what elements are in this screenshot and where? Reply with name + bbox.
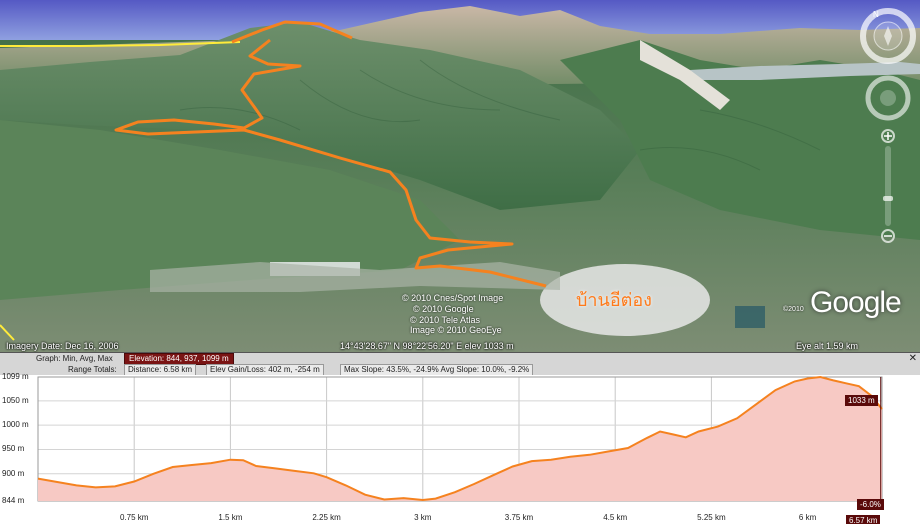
zoom-in-icon[interactable]	[881, 129, 895, 143]
x-tick-label: 3 km	[414, 513, 432, 522]
y-tick-label: 1099 m	[2, 372, 29, 381]
credit-line: © 2010 Tele Atlas	[410, 315, 481, 325]
google-earth-window: © 2010 Cnes/Spot Image © 2010 Google © 2…	[0, 0, 920, 524]
graph-label: Graph: Min, Avg, Max	[36, 354, 113, 363]
google-logo: Google	[810, 286, 902, 319]
cursor-distance-badge: 6.57 km	[846, 515, 881, 524]
y-tick-label: 900 m	[2, 468, 25, 478]
zoom-slider-track[interactable]	[885, 146, 891, 226]
x-tick-label: 5.25 km	[697, 513, 726, 522]
map-viewport[interactable]: © 2010 Cnes/Spot Image © 2010 Google © 2…	[0, 0, 920, 352]
y-tick-label: 950 m	[2, 444, 25, 454]
credit-line: Image © 2010 GeoEye	[410, 325, 502, 335]
credit-line: © 2010 Google	[413, 304, 474, 314]
navigation-controls: N	[860, 8, 916, 243]
zoom-out-icon[interactable]	[881, 229, 895, 243]
x-tick-label: 1.5 km	[218, 513, 243, 522]
cursor-coordinates: 14°43'28.67" N 98°22'56.20" E elev 1033 …	[340, 341, 514, 351]
elevation-graph[interactable]: 1099 m 1050 m 1000 m 950 m 900 m 844 m 0.75 k…	[0, 372, 920, 524]
x-tick-label: 4.5 km	[603, 513, 628, 522]
profile-header: Graph: Min, Avg, Max Elevation: 844, 937…	[0, 353, 920, 376]
north-indicator[interactable]: N	[873, 10, 879, 19]
eye-altitude: Eye alt 1.59 km	[796, 341, 859, 351]
place-label[interactable]: บ้านอีต่อง	[576, 285, 652, 314]
cursor-elevation-badge: 1033 m	[845, 395, 878, 406]
x-tick-label: 6 km	[798, 513, 817, 522]
y-tick-label: 1000 m	[2, 420, 29, 430]
compass-look-icon[interactable]	[860, 8, 916, 64]
y-tick-label: 844 m	[2, 496, 25, 505]
x-tick-label: 2.25 km	[312, 513, 341, 522]
x-tick-label: 0.75 km	[119, 513, 149, 522]
move-joystick-icon[interactable]	[865, 75, 911, 121]
elevation-area	[38, 377, 882, 501]
zoom-slider-handle[interactable]	[883, 196, 893, 201]
x-tick-label: 3.75 km	[504, 513, 534, 522]
credit-line: © 2010 Cnes/Spot Image	[402, 293, 504, 303]
range-totals-label: Range Totals:	[68, 365, 117, 374]
y-tick-label: 1050 m	[2, 395, 29, 405]
elevation-profile-panel: Graph: Min, Avg, Max Elevation: 844, 937…	[0, 352, 920, 524]
cursor-slope-badge: -6.0%	[857, 499, 884, 510]
close-profile-button[interactable]: ✕	[909, 353, 917, 364]
logo-year: ©2010	[783, 306, 804, 313]
imagery-date: Imagery Date: Dec 16, 2006	[6, 341, 119, 351]
elevation-chart[interactable]	[0, 375, 920, 524]
